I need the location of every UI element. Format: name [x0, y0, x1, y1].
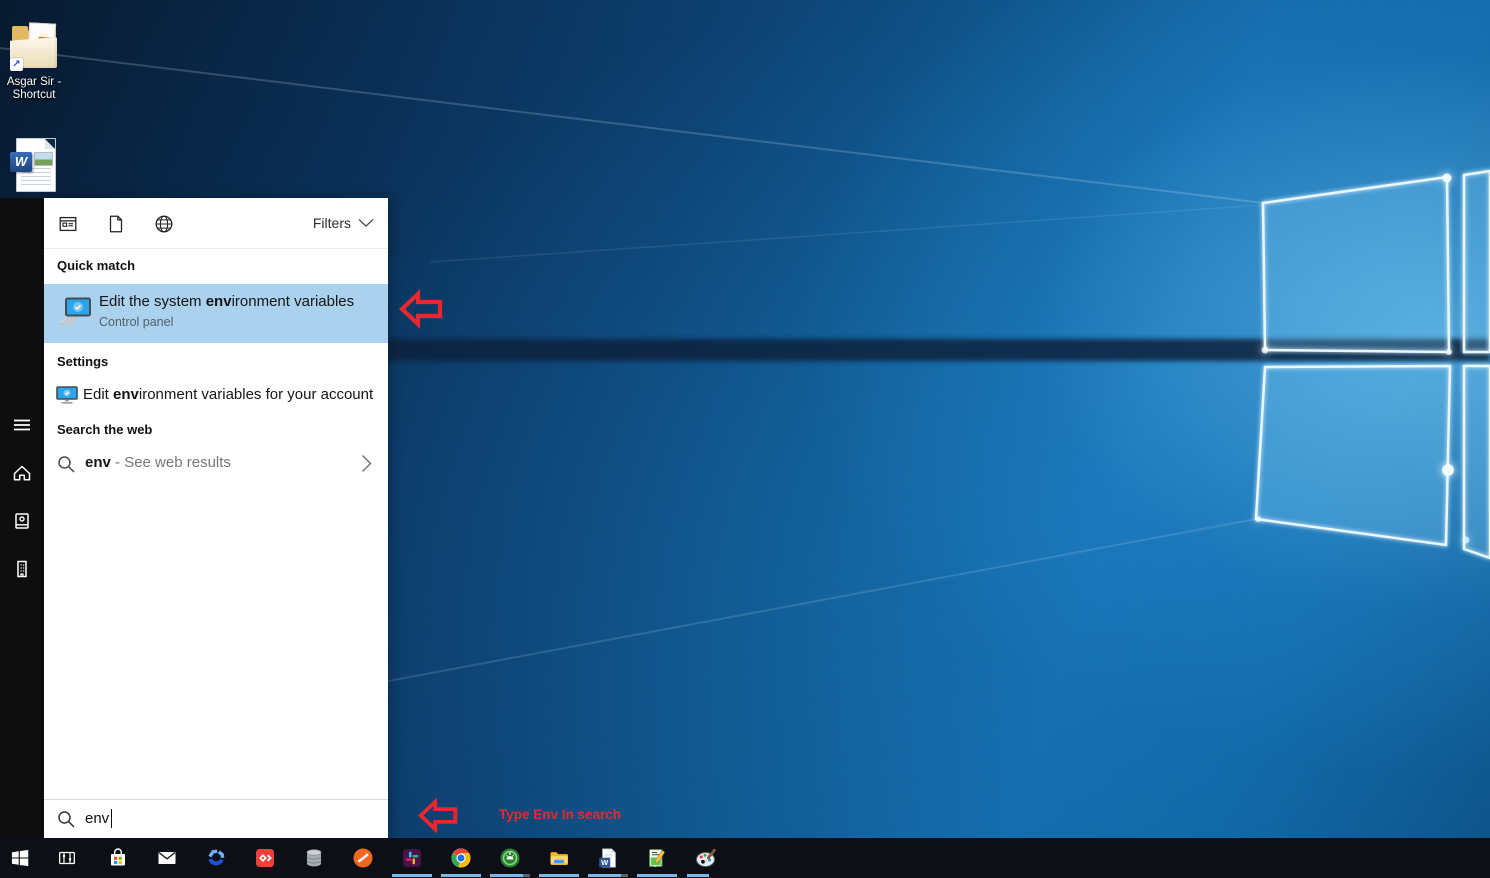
mail-button[interactable] — [147, 838, 187, 878]
microsoft-store-button[interactable] — [98, 838, 138, 878]
notebook-icon — [10, 509, 34, 533]
red-diamond-icon — [253, 846, 277, 870]
windows-logo-icon — [9, 847, 31, 869]
document-icon — [105, 213, 127, 235]
file-explorer-icon — [547, 846, 571, 870]
search-query-text: env — [85, 810, 109, 827]
chevron-right-icon — [361, 454, 372, 473]
desktop-icon-label: Asgar Sir - Shortcut — [1, 76, 67, 102]
chevron-down-icon — [358, 218, 374, 228]
word-picture-thumb — [34, 152, 53, 166]
orange-circle-app-button[interactable] — [343, 838, 383, 878]
windows-desktop: ↗ Asgar Sir - Shortcut W — [0, 0, 1490, 878]
tab-web[interactable] — [147, 207, 181, 241]
taskbar: W — [0, 838, 1490, 878]
menu-button[interactable] — [0, 407, 44, 443]
chrome-button[interactable] — [441, 838, 481, 878]
building-icon — [10, 557, 34, 581]
database-app-button[interactable] — [294, 838, 334, 878]
search-input[interactable]: env — [44, 799, 388, 838]
filters-dropdown[interactable]: Filters — [313, 215, 374, 231]
result-title: Edit the system environment variables — [99, 293, 354, 310]
notepad-pencil-icon — [645, 846, 669, 870]
tab-apps[interactable] — [51, 207, 85, 241]
page-fold — [45, 139, 55, 149]
result-title: Edit environment variables for your acco… — [83, 386, 373, 403]
home-icon — [10, 461, 34, 485]
paint-palette-icon — [694, 846, 718, 870]
database-icon — [302, 846, 326, 870]
running-indicator-chrome — [441, 874, 481, 877]
apps-window-icon — [57, 213, 79, 235]
running-indicator-paint — [687, 874, 709, 877]
running-indicator-slack — [392, 874, 432, 877]
text-caret — [111, 809, 112, 828]
notebook-button[interactable] — [0, 503, 44, 539]
desktop-icon-folder-shortcut[interactable]: ↗ Asgar Sir - Shortcut — [1, 22, 67, 102]
system-properties-icon — [56, 297, 92, 329]
search-icon — [57, 810, 76, 829]
task-view-button[interactable] — [47, 838, 87, 878]
paint-button[interactable] — [686, 838, 726, 878]
folder-icon: ↗ — [9, 22, 59, 72]
running-indicator-notepad-plus — [637, 874, 677, 877]
filter-tabs-row: Filters — [44, 198, 388, 249]
running-indicator-android-studio — [490, 874, 530, 877]
word-icon: W — [596, 846, 620, 870]
notepad-plus-button[interactable] — [637, 838, 677, 878]
desktop-icon-word-document[interactable]: W — [0, 138, 66, 192]
hamburger-icon — [10, 413, 34, 437]
slack-button[interactable] — [392, 838, 432, 878]
task-view-icon — [56, 847, 78, 869]
result-subtitle: Control panel — [99, 315, 173, 329]
filters-label: Filters — [313, 215, 351, 231]
word-document-icon: W — [10, 138, 56, 192]
home-button[interactable] — [0, 455, 44, 491]
running-indicator-file-explorer — [539, 874, 579, 877]
slack-icon — [400, 846, 424, 870]
section-header-settings: Settings — [57, 354, 108, 369]
search-icon — [57, 455, 76, 474]
svg-text:W: W — [601, 858, 609, 867]
android-studio-icon — [498, 846, 522, 870]
result-title: env - See web results — [85, 454, 231, 471]
result-edit-system-environment-variables[interactable]: Edit the system environment variables Co… — [44, 284, 388, 343]
tab-documents[interactable] — [99, 207, 133, 241]
shortcut-arrow-icon: ↗ — [10, 58, 23, 71]
mail-envelope-icon — [155, 846, 179, 870]
search-results-panel: Filters Quick match Edit the system envi… — [44, 198, 388, 838]
android-studio-button[interactable] — [490, 838, 530, 878]
search-flyout-rail — [0, 198, 44, 838]
red-diamond-app-button[interactable] — [245, 838, 285, 878]
word-button[interactable]: W — [588, 838, 628, 878]
section-header-search-web: Search the web — [57, 422, 152, 437]
running-indicator-word — [588, 874, 628, 877]
section-header-quick-match: Quick match — [57, 258, 135, 273]
chrome-icon — [449, 846, 473, 870]
file-explorer-button[interactable] — [539, 838, 579, 878]
blue-emblem-app-button[interactable] — [196, 838, 236, 878]
microsoft-store-icon — [106, 846, 130, 870]
globe-icon — [153, 213, 175, 235]
start-button[interactable] — [0, 838, 40, 878]
word-logo: W — [10, 152, 32, 172]
blue-emblem-icon — [204, 846, 228, 870]
places-button[interactable] — [0, 551, 44, 587]
result-edit-environment-variables-account[interactable]: Edit environment variables for your acco… — [44, 378, 388, 414]
orange-rocket-icon — [351, 846, 375, 870]
monitor-icon — [56, 386, 78, 405]
result-see-web-results[interactable]: env - See web results — [44, 446, 388, 482]
